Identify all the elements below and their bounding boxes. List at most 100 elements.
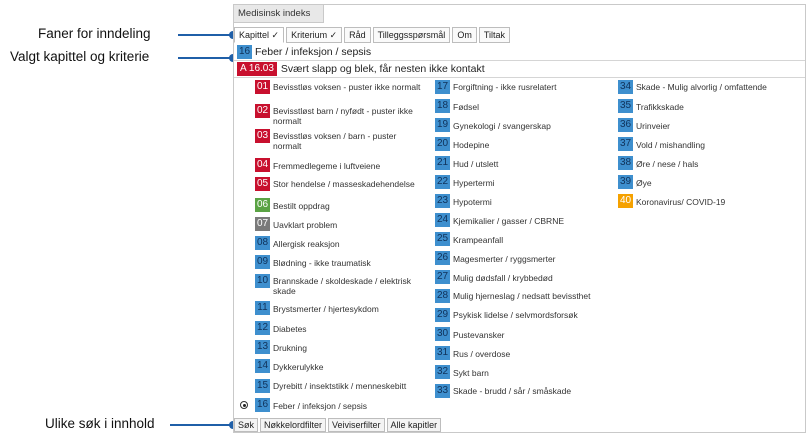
chapter-label: Magesmerter / ryggsmerter — [453, 254, 556, 264]
chapter-item-10[interactable]: 10 Brannskade / skoldeskade / elektrisk s… — [255, 274, 423, 296]
tab-kapittel[interactable]: Kapittel ✓ — [234, 27, 285, 43]
chapter-number: 28 — [435, 289, 450, 303]
chapter-item-30[interactable]: 30 Pustevansker — [435, 327, 505, 341]
selected-radio-indicator[interactable] — [240, 401, 248, 409]
chapter-number: 07 — [255, 217, 270, 231]
tab-tiltak[interactable]: Tiltak — [478, 27, 510, 43]
chapter-number: 02 — [255, 104, 270, 118]
chapter-item-36[interactable]: 36 Urinveier — [618, 118, 670, 132]
tab-kriterium[interactable]: Kriterium ✓ — [286, 27, 343, 43]
chapter-item-33[interactable]: 33 Skade - brudd / sår / småskade — [435, 384, 571, 398]
chapter-label: Bestilt oppdrag — [273, 201, 330, 211]
chapter-label: Diabetes — [273, 324, 307, 334]
chapter-item-08[interactable]: 08 Allergisk reaksjon — [255, 236, 340, 250]
chapter-item-19[interactable]: 19 Gynekologi / svangerskap — [435, 118, 551, 132]
selected-chapter-label: Feber / infeksjon / sepsis — [255, 46, 372, 58]
chapter-item-07[interactable]: 07 Uavklart problem — [255, 217, 337, 231]
tabs-callout-label: Faner for inndeling — [38, 26, 151, 41]
chapter-item-34[interactable]: 34 Skade - Mulig alvorlig / omfattende — [618, 80, 767, 94]
chapter-label: Hypotermi — [453, 197, 492, 207]
chapter-number: 16 — [255, 398, 270, 412]
chapter-label: Fødsel — [453, 102, 479, 112]
chapter-label: Uavklart problem — [273, 220, 338, 230]
tab-om[interactable]: Om — [452, 27, 477, 43]
chapter-item-28[interactable]: 28 Mulig hjerneslag / nedsatt bevissthet — [435, 289, 591, 303]
chapter-item-12[interactable]: 12 Diabetes — [255, 321, 307, 335]
chapter-label: Allergisk reaksjon — [273, 239, 340, 249]
chapter-label: Mulig dødsfall / krybbedød — [453, 273, 553, 283]
chapter-item-26[interactable]: 26 Magesmerter / ryggsmerter — [435, 251, 556, 265]
chapter-item-25[interactable]: 25 Krampeanfall — [435, 232, 503, 246]
chapter-number: 05 — [255, 177, 270, 191]
chapter-item-23[interactable]: 23 Hypotermi — [435, 194, 492, 208]
chapter-number: 30 — [435, 327, 450, 341]
selected-criterion-label: Svært slapp og blek, får nesten ikke kon… — [280, 63, 485, 75]
chapter-item-05[interactable]: 05 Stor hendelse / masseskadehendelse — [255, 177, 415, 191]
chapter-item-37[interactable]: 37 Vold / mishandling — [618, 137, 705, 151]
chapter-item-40[interactable]: 40 Koronavirus/ COVID-19 — [618, 194, 725, 208]
chapter-item-09[interactable]: 09 Blødning - ikke traumatisk — [255, 255, 371, 269]
chapter-item-39[interactable]: 39 Øye — [618, 175, 652, 189]
chapter-number: 34 — [618, 80, 633, 94]
chapter-number: 39 — [618, 175, 633, 189]
chapter-item-31[interactable]: 31 Rus / overdose — [435, 346, 510, 360]
chapter-number: 12 — [255, 321, 270, 335]
chapter-number: 08 — [255, 236, 270, 250]
divider — [234, 60, 805, 61]
chapter-item-29[interactable]: 29 Psykisk lidelse / selvmordsforsøk — [435, 308, 578, 322]
chapter-number: 01 — [255, 80, 270, 94]
chapter-number: 10 — [255, 274, 270, 288]
chapter-item-11[interactable]: 11 Brystsmerter / hjertesykdom — [255, 301, 379, 315]
chapter-label: Vold / mishandling — [636, 140, 705, 150]
tab-nokkelordfilter[interactable]: Nøkkelordfilter — [260, 418, 327, 432]
chapter-number: 04 — [255, 158, 270, 172]
chapter-item-22[interactable]: 22 Hypertermi — [435, 175, 495, 189]
search-callout-label: Ulike søk i innhold — [45, 416, 155, 431]
chapter-item-14[interactable]: 14 Dykkerulykke — [255, 359, 324, 373]
chapter-item-20[interactable]: 20 Hodepine — [435, 137, 489, 151]
chapter-number: 36 — [618, 118, 633, 132]
chapter-number: 26 — [435, 251, 450, 265]
tab-tilleggssporsmal[interactable]: Tilleggsspørsmål — [372, 27, 451, 43]
chapter-item-13[interactable]: 13 Drukning — [255, 340, 307, 354]
chapter-label: Pustevansker — [453, 330, 505, 340]
chapter-item-06[interactable]: 06 Bestilt oppdrag — [255, 198, 330, 212]
chapter-item-03[interactable]: 03 Bevisstløs voksen / barn - puster norm… — [255, 129, 423, 151]
chapter-item-18[interactable]: 18 Fødsel — [435, 99, 479, 113]
tab-rad[interactable]: Råd — [344, 27, 371, 43]
chapter-item-04[interactable]: 04 Fremmedlegeme i luftveiene — [255, 158, 380, 172]
window-title-tab[interactable]: Medisinsk indeks 4.2 — [234, 5, 324, 37]
chapter-item-02[interactable]: 02 Bevisstløst barn / nyfødt - puster ikk… — [255, 104, 423, 126]
chapter-label: Øre / nese / hals — [636, 159, 699, 169]
chapter-label: Dykkerulykke — [273, 362, 324, 372]
chapter-label: Brystsmerter / hjertesykdom — [273, 304, 379, 314]
chapter-item-27[interactable]: 27 Mulig dødsfall / krybbedød — [435, 270, 553, 284]
chapter-number: 23 — [435, 194, 450, 208]
chapter-number: 27 — [435, 270, 450, 284]
chapter-label: Sykt barn — [453, 368, 489, 378]
tab-sok[interactable]: Søk — [234, 418, 259, 432]
chapter-number: 19 — [435, 118, 450, 132]
selected-chapter: 16 Feber / infeksjon / sepsis — [237, 45, 371, 59]
tab-alle-kapitler[interactable]: Alle kapitler — [386, 418, 442, 432]
chapter-label: Blødning - ikke traumatisk — [273, 258, 371, 268]
chapter-number: 15 — [255, 379, 270, 393]
chapter-number: 09 — [255, 255, 270, 269]
chapter-number: 32 — [435, 365, 450, 379]
selected-callout-line — [178, 57, 233, 59]
chapter-item-16[interactable]: 16 Feber / infeksjon / sepsis — [255, 398, 367, 412]
chapter-item-17[interactable]: 17 Forgiftning - ikke rusrelatert — [435, 80, 556, 94]
chapter-number: 22 — [435, 175, 450, 189]
selected-callout-label: Valgt kapittel og kriterie — [10, 49, 150, 64]
chapter-item-01[interactable]: 01 Bevisstløs voksen - puster ikke normal… — [255, 80, 420, 94]
chapter-number: 21 — [435, 156, 450, 170]
tab-veiviserfilter[interactable]: Veiviserfilter — [328, 418, 385, 432]
chapter-item-21[interactable]: 21 Hud / utslett — [435, 156, 498, 170]
chapter-item-35[interactable]: 35 Trafikkskade — [618, 99, 684, 113]
chapter-item-15[interactable]: 15 Dyrebitt / insektstikk / menneskebitt — [255, 379, 406, 393]
chapter-item-24[interactable]: 24 Kjemikalier / gasser / CBRNE — [435, 213, 564, 227]
chapter-label: Dyrebitt / insektstikk / menneskebitt — [273, 381, 407, 391]
chapter-item-32[interactable]: 32 Sykt barn — [435, 365, 489, 379]
chapter-item-38[interactable]: 38 Øre / nese / hals — [618, 156, 698, 170]
tabs-callout-line — [178, 34, 233, 36]
